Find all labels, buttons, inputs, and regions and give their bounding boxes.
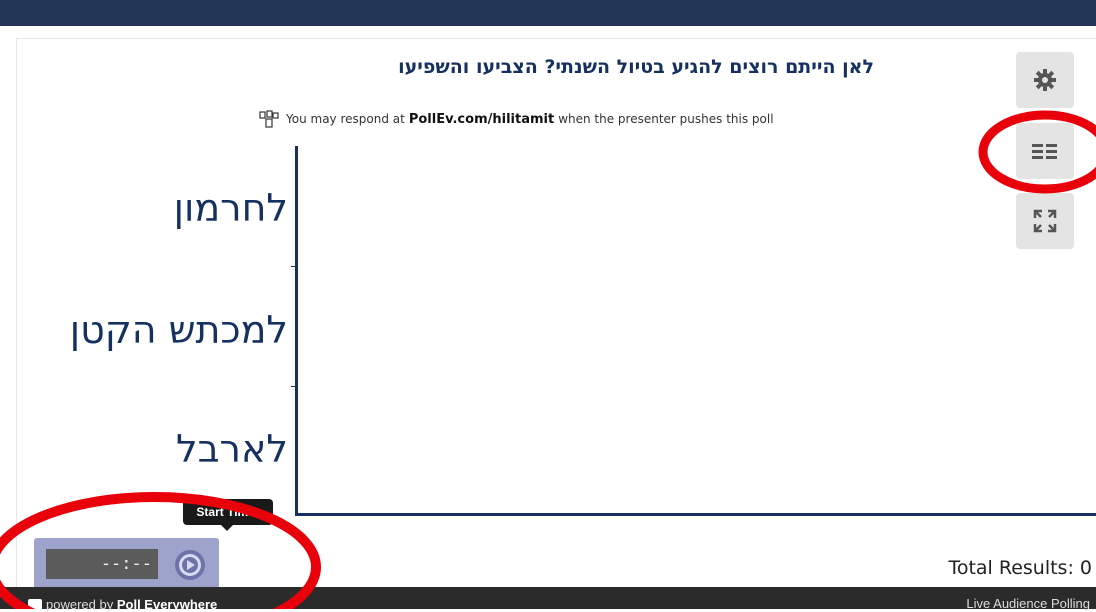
powered-prefix: powered by	[46, 597, 114, 612]
powered-by[interactable]: powered by Poll Everywhere	[46, 597, 217, 612]
gear-icon	[1034, 69, 1056, 91]
top-bar	[0, 0, 1096, 26]
category-label: לחרמון	[173, 186, 288, 230]
phone-icon	[259, 110, 279, 128]
list-layout-icon	[1032, 144, 1057, 159]
category-label: לארבל	[175, 427, 288, 471]
start-timer-tooltip: Start Timer	[183, 499, 273, 531]
top-gap	[0, 26, 1096, 38]
timer-display[interactable]: --:--	[46, 549, 158, 579]
play-icon[interactable]	[173, 548, 207, 582]
layout-button[interactable]	[1016, 123, 1074, 179]
timer-widget: --:--	[34, 538, 219, 590]
chart-y-axis	[295, 146, 298, 516]
y-tick	[291, 386, 296, 387]
expand-icon	[1033, 209, 1057, 233]
total-results: Total Results: 0	[948, 557, 1092, 579]
powered-brand: Poll Everywhere	[116, 597, 218, 612]
respond-prefix: You may respond at	[286, 112, 405, 126]
category-label: למכתש הקטן	[69, 308, 288, 352]
respond-url[interactable]: PollEv.com/hilitamit	[409, 112, 554, 127]
expand-button[interactable]	[1016, 193, 1074, 249]
respond-suffix: when the presenter pushes this poll	[558, 112, 774, 126]
y-tick	[291, 266, 296, 267]
settings-button[interactable]	[1016, 52, 1074, 108]
chart-x-axis	[295, 513, 1096, 516]
poll-everywhere-logo	[28, 599, 42, 611]
respond-instructions: You may respond at PollEv.com/hilitamit …	[258, 109, 774, 129]
poll-title: לאן הייתם רוצים להגיע בטיול השנתי? הצביע…	[398, 56, 874, 78]
x-tick-label: 0	[291, 524, 299, 540]
